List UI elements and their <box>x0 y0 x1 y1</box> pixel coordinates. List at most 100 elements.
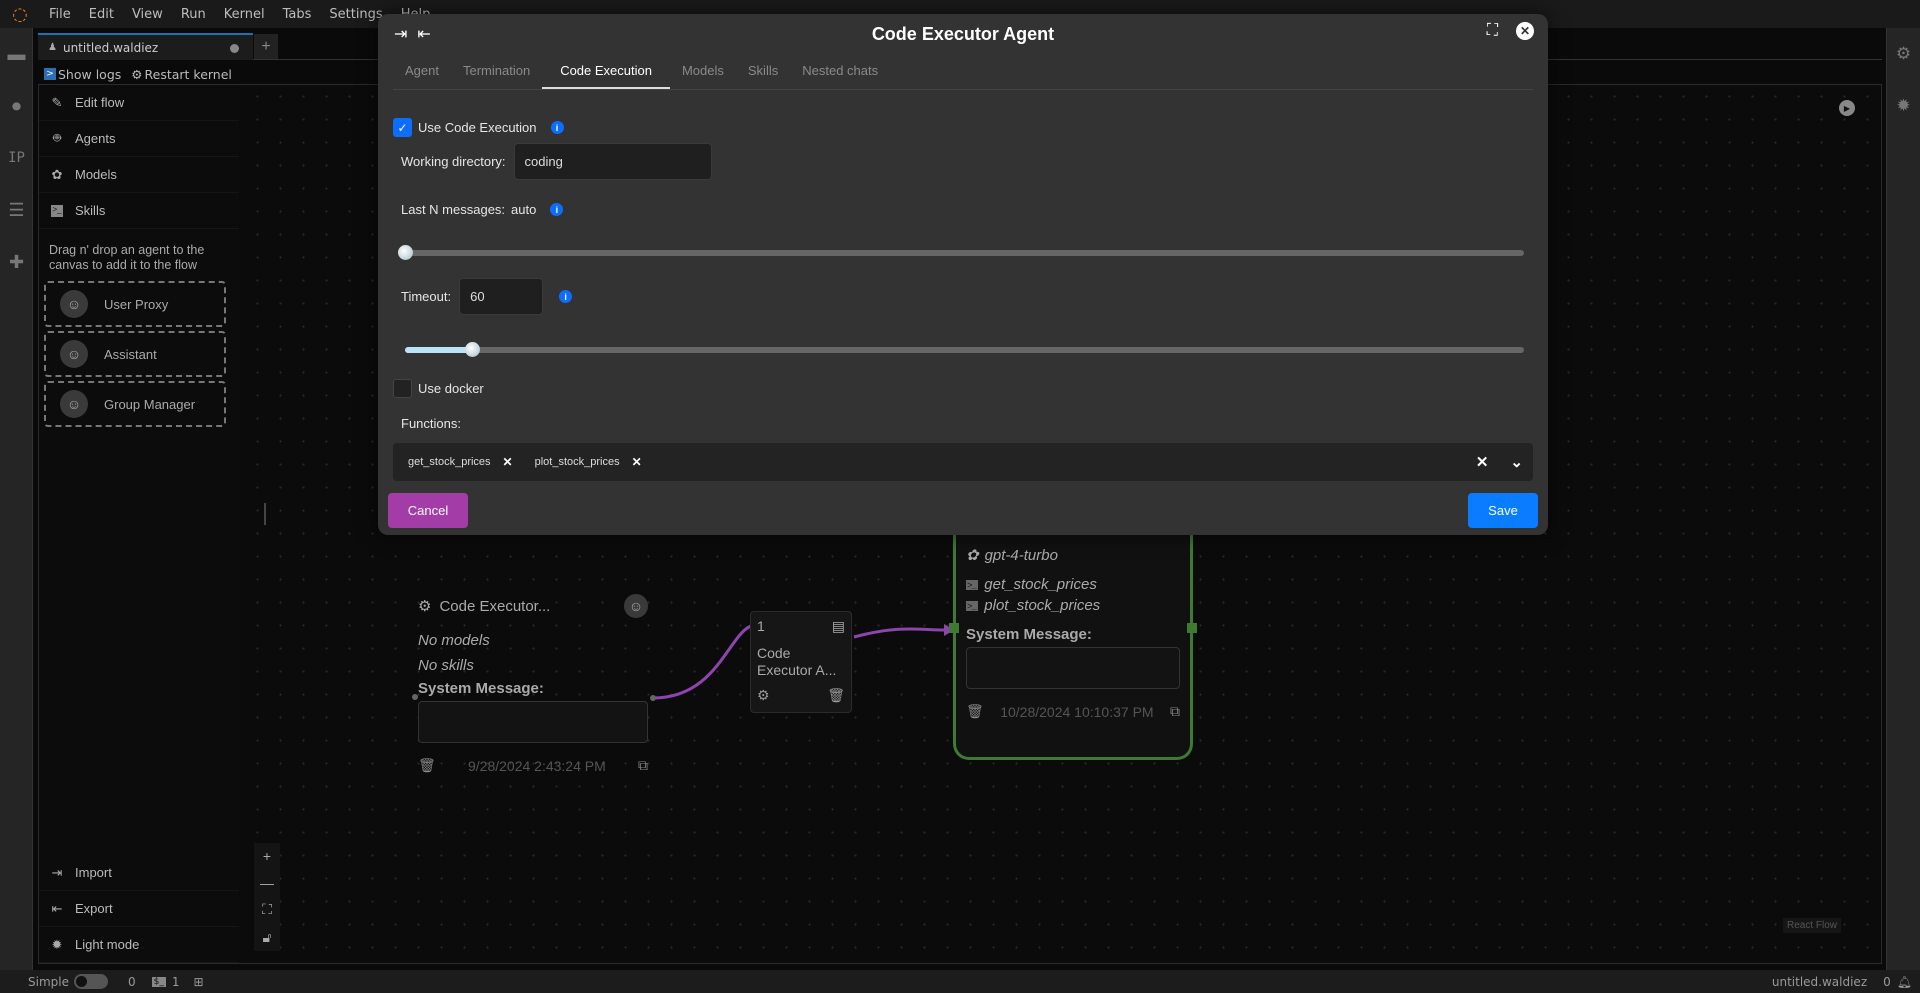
slider-thumb[interactable] <box>465 342 481 357</box>
node-handle[interactable] <box>650 695 656 701</box>
kernels-count: 1 <box>171 974 180 989</box>
tab-models[interactable]: Models <box>670 54 736 89</box>
document-tab[interactable]: ♟ untitled.waldiez <box>38 33 253 60</box>
terminal-icon[interactable]: $_ <box>151 976 166 987</box>
flow-edge[interactable] <box>652 623 755 700</box>
file-export-icon: ⇤ <box>51 900 63 916</box>
flow-edge[interactable] <box>853 627 945 639</box>
zoom-out-icon[interactable]: — <box>260 875 274 891</box>
restart-kernel-button[interactable]: ⚙ Restart kernel <box>131 67 232 82</box>
bug-icon[interactable]: ✹ <box>1887 80 1920 132</box>
gear-icon[interactable]: ⚙ <box>418 597 431 615</box>
last-n-messages-slider[interactable] <box>398 245 1524 260</box>
function-chip: get_stock_prices ✕ <box>408 455 513 469</box>
notification-count: 0 <box>1883 974 1891 989</box>
gears-icon[interactable]: ⚙ <box>1887 28 1920 80</box>
add-tab-button[interactable]: + <box>254 34 278 59</box>
sidebar-item-skills[interactable]: >_ Skills <box>39 193 239 229</box>
system-message-textarea[interactable] <box>966 647 1180 689</box>
notebook-toolbar: > Show logs ⚙ Restart kernel <box>44 64 232 84</box>
fit-view-icon[interactable]: ⛶ <box>262 901 272 918</box>
light-mode-button[interactable]: ✹ Light mode <box>39 927 239 963</box>
bell-icon[interactable]: 🔔︎ <box>1897 975 1912 989</box>
menu-view[interactable]: View <box>123 7 172 22</box>
trash-icon[interactable]: 🗑︎ <box>966 703 984 720</box>
file-import-icon[interactable]: ⇥ <box>394 24 407 44</box>
cpu-icon[interactable]: ⊞ <box>194 975 204 989</box>
functions-multiselect[interactable]: get_stock_prices ✕ plot_stock_prices ✕ ✕ ⌄ <box>393 443 1533 481</box>
file-import-icon: ⇥ <box>51 864 63 880</box>
folder-icon[interactable]: ▬ <box>0 28 33 80</box>
tab-skills[interactable]: Skills <box>736 54 790 89</box>
system-message-textarea[interactable] <box>418 701 648 743</box>
chat-icon[interactable]: ▤ <box>832 618 845 635</box>
zoom-in-icon[interactable]: + <box>263 848 271 864</box>
tab-termination[interactable]: Termination <box>451 54 542 89</box>
stop-circle-icon[interactable]: ⏺ <box>0 80 33 132</box>
draggable-agent-group-manager[interactable]: ☺ Group Manager <box>44 381 226 427</box>
sidebar-item-edit-flow[interactable]: ✎ Edit flow <box>39 85 239 121</box>
file-export-icon[interactable]: ⇤ <box>417 24 430 44</box>
sidebar-resize-handle[interactable] <box>264 503 266 525</box>
ip-icon[interactable]: IP <box>0 132 33 184</box>
simple-mode-toggle[interactable] <box>73 974 108 989</box>
menu-run[interactable]: Run <box>172 7 215 22</box>
system-message-label: System Message: <box>966 626 1092 643</box>
menu-edit[interactable]: Edit <box>80 7 123 22</box>
menu-tabs[interactable]: Tabs <box>274 7 321 22</box>
use-code-execution-checkbox[interactable]: ✓ <box>393 118 412 137</box>
agent-node-selected[interactable]: ✿ gpt-4-turbo >_ get_stock_prices >_ plot_s… <box>949 510 1197 760</box>
node-target-handle[interactable] <box>949 623 959 633</box>
agent-modal: ⇥ ⇤ Code Executor Agent ⛶ ✕ Agent Termin… <box>378 14 1548 535</box>
gear-icon[interactable]: ⚙ <box>757 687 770 704</box>
node-models: No models <box>418 632 490 649</box>
draggable-agent-user-proxy[interactable]: ☺ User Proxy <box>44 281 226 327</box>
light-mode-label: Light mode <box>75 937 140 952</box>
menu-kernel[interactable]: Kernel <box>215 7 274 22</box>
close-icon[interactable]: ✕ <box>1516 22 1534 40</box>
remove-chip-icon[interactable]: ✕ <box>632 455 642 469</box>
save-button[interactable]: Save <box>1468 493 1538 528</box>
react-flow-attribution[interactable]: React Flow <box>1782 918 1841 933</box>
info-icon[interactable]: i <box>550 203 564 216</box>
copy-icon[interactable]: ⧉ <box>638 757 648 774</box>
sidebar: ✎ Edit flow 🤖︎ Agents ✿ Models >_ Skills Dra… <box>39 85 266 963</box>
import-button[interactable]: ⇥ Import <box>39 855 239 891</box>
unsaved-dot-icon[interactable] <box>230 44 239 53</box>
puzzle-icon[interactable]: ✚ <box>0 236 33 288</box>
chevron-down-icon[interactable]: ⌄ <box>1510 453 1523 471</box>
timeout-slider[interactable] <box>405 342 1524 357</box>
sidebar-item-models[interactable]: ✿ Models <box>39 157 239 193</box>
cancel-button[interactable]: Cancel <box>388 493 468 528</box>
draggable-agent-assistant[interactable]: ☺ Assistant <box>44 331 226 377</box>
slider-thumb[interactable] <box>398 245 413 260</box>
group-manager-avatar-icon: ☺ <box>60 390 88 418</box>
working-directory-input[interactable]: coding <box>513 143 712 180</box>
trash-icon[interactable]: 🗑︎ <box>827 687 845 704</box>
run-flow-icon[interactable]: ▶ <box>1839 100 1855 116</box>
timeout-input[interactable]: 60 <box>459 278 544 315</box>
remove-chip-icon[interactable]: ✕ <box>503 455 513 469</box>
agent-node-code-executor[interactable]: ⚙ Code Executor... ☺ No models No skills … <box>418 594 648 774</box>
menu-file[interactable]: File <box>40 7 80 22</box>
tab-agent[interactable]: Agent <box>393 54 451 89</box>
info-icon[interactable]: i <box>559 290 573 303</box>
tab-nested-chats[interactable]: Nested chats <box>790 54 890 89</box>
edge-label-card[interactable]: 1 ▤ Code Executor A... ⚙ 🗑︎ <box>750 611 852 713</box>
right-activity-bar: ⚙ ✹ <box>1886 28 1920 978</box>
sidebar-item-label: Skills <box>75 203 106 218</box>
node-source-handle[interactable] <box>1187 623 1197 633</box>
terminals-count: 0 <box>127 974 136 989</box>
export-button[interactable]: ⇤ Export <box>39 891 239 927</box>
copy-icon[interactable]: ⧉ <box>1170 703 1180 720</box>
use-docker-checkbox[interactable] <box>393 379 412 398</box>
clear-all-icon[interactable]: ✕ <box>1476 453 1489 471</box>
list-icon[interactable]: ☰ <box>0 184 33 236</box>
tab-code-execution[interactable]: Code Execution <box>542 54 670 89</box>
show-logs-button[interactable]: > Show logs <box>44 67 121 82</box>
unlock-icon[interactable]: 🔓︎ <box>262 929 271 946</box>
sidebar-item-agents[interactable]: 🤖︎ Agents <box>39 121 239 157</box>
trash-icon[interactable]: 🗑︎ <box>418 757 436 774</box>
info-icon[interactable]: i <box>550 121 564 134</box>
fullscreen-icon[interactable]: ⛶ <box>1487 22 1498 40</box>
